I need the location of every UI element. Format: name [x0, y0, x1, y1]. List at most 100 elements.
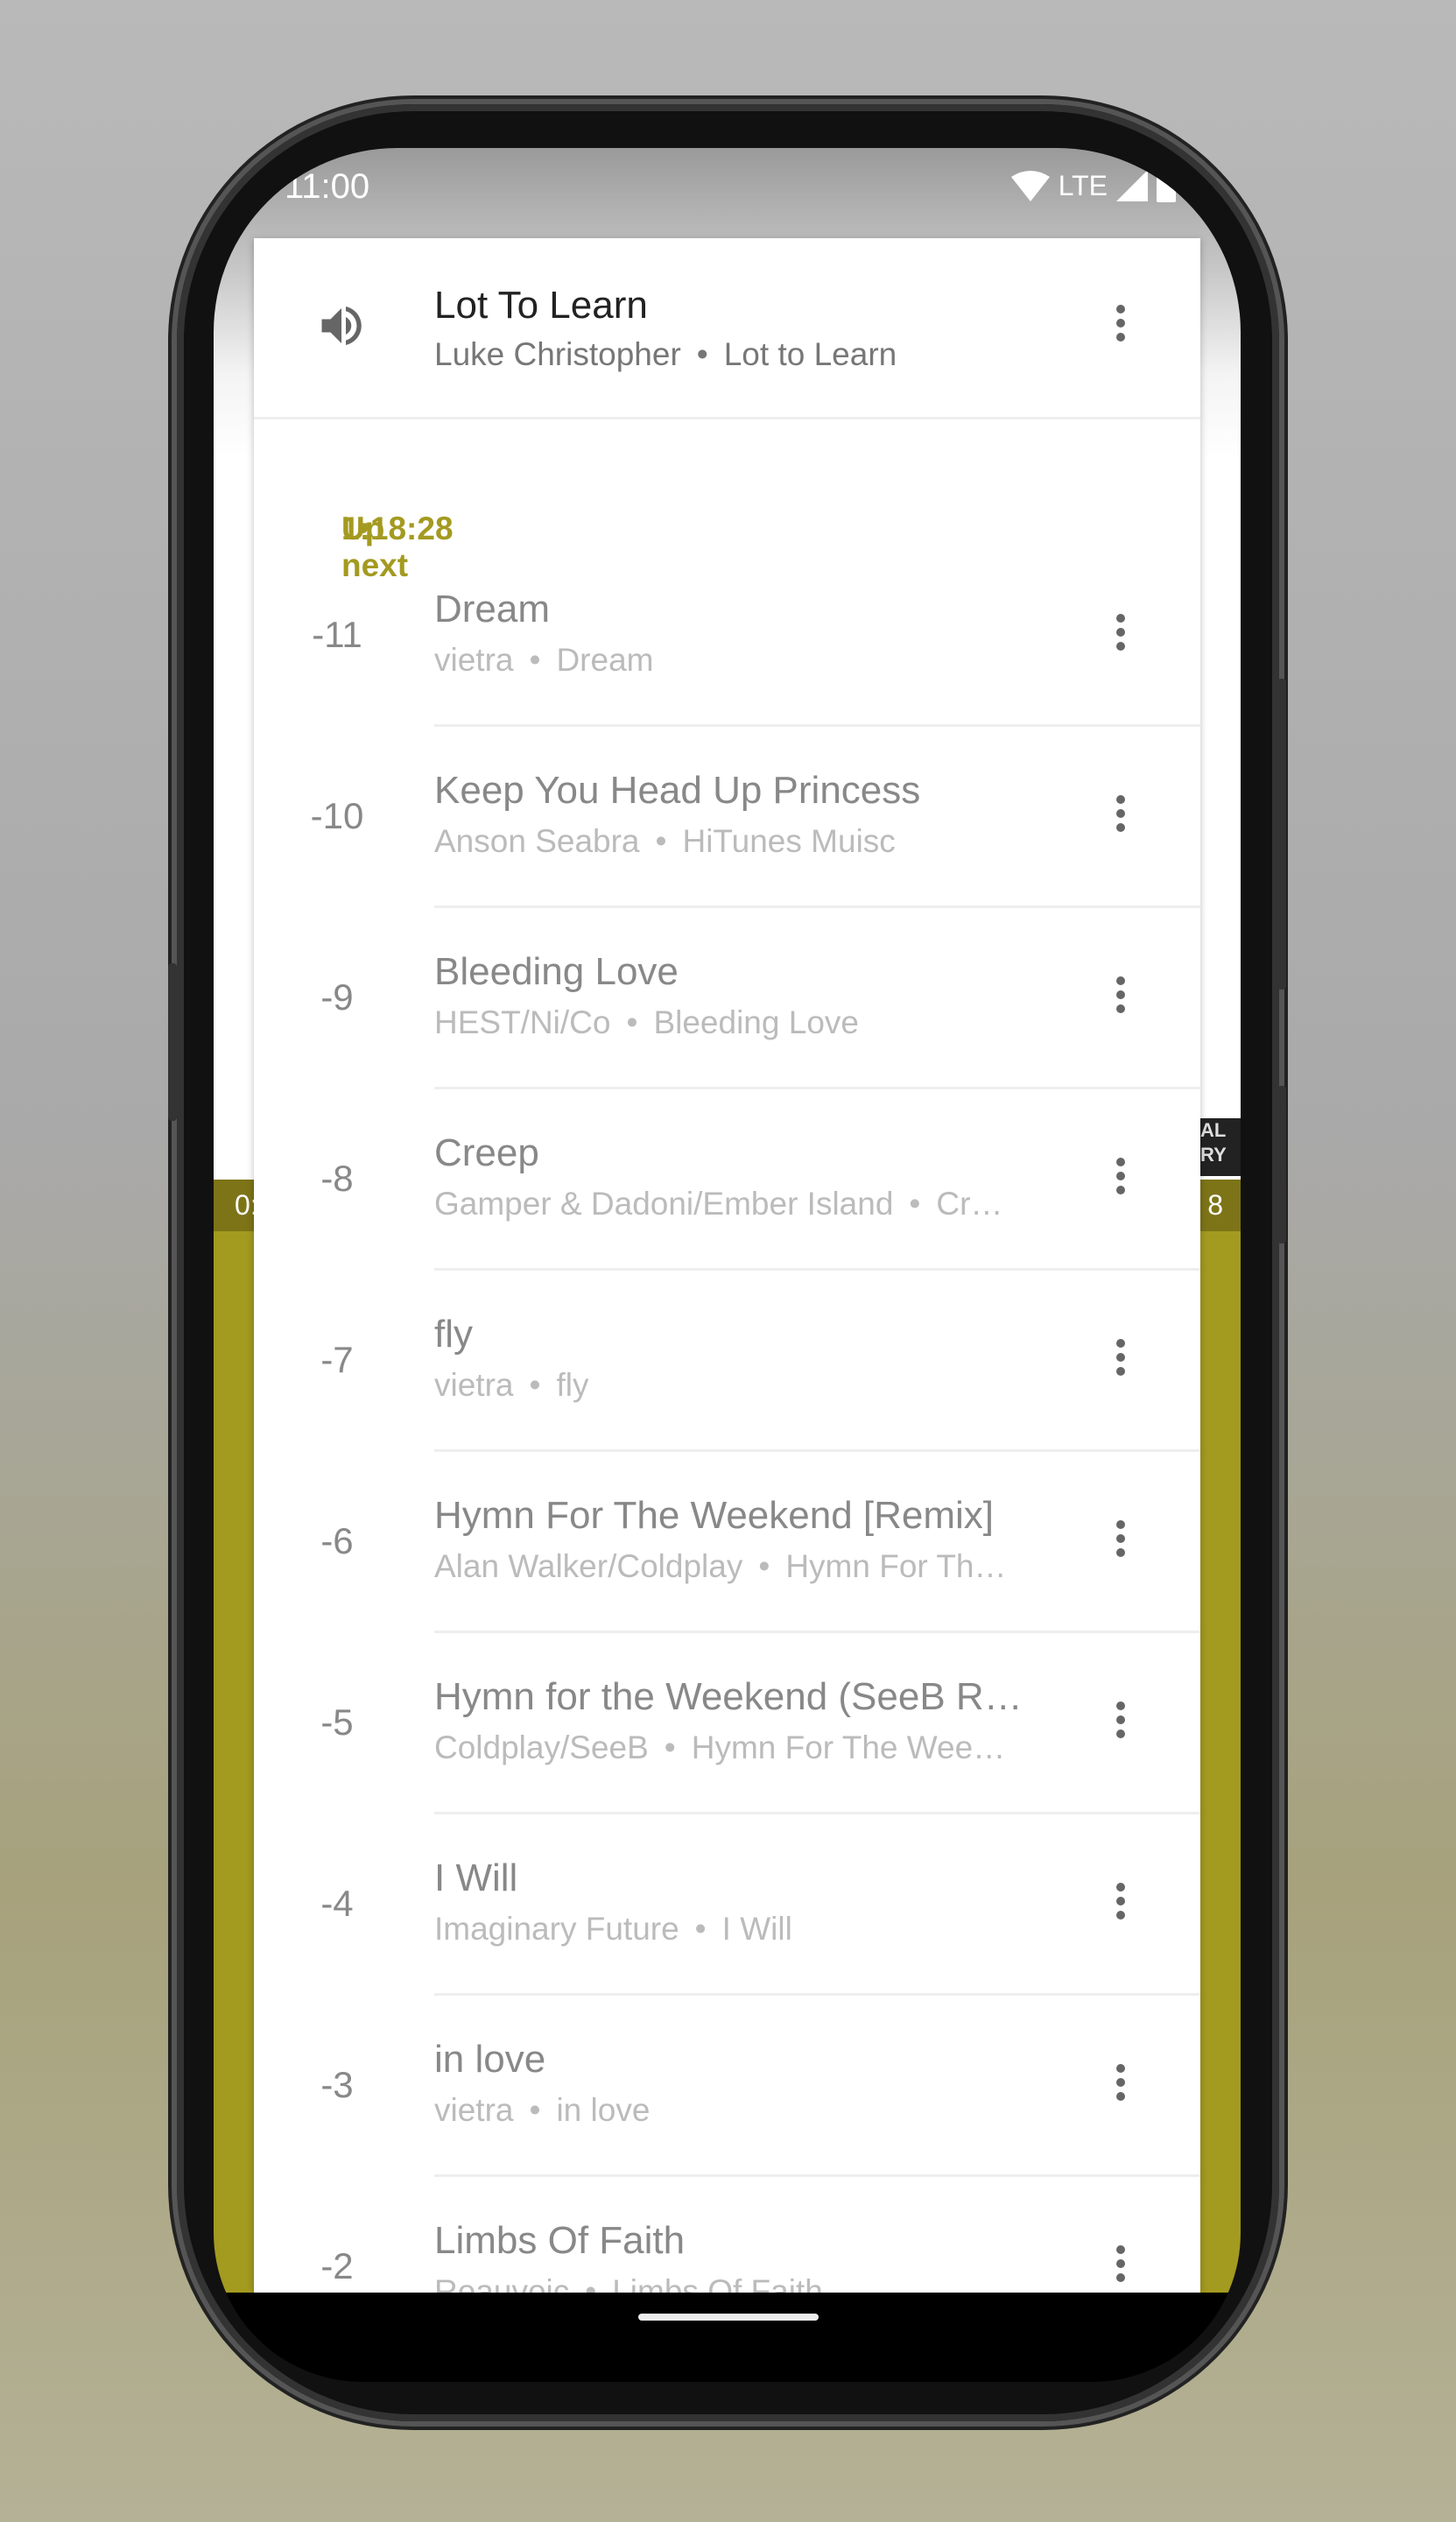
- queue-item[interactable]: -4 I Will Imaginary Future • I Will: [254, 1814, 1200, 1996]
- track-title: fly: [434, 1313, 473, 1356]
- wifi-icon: [1010, 171, 1050, 201]
- more-options-icon[interactable]: [1116, 614, 1125, 656]
- now-playing-item[interactable]: Lot To Learn Luke Christopher • Lot to Lea…: [254, 238, 1200, 419]
- status-bar: 11:00 LTE: [214, 148, 1241, 227]
- up-next-header: Up next • 1:18:28: [254, 419, 1200, 583]
- queue-item[interactable]: -5 Hymn for the Weekend (SeeB Re… Coldpl…: [254, 1633, 1200, 1814]
- queue-item[interactable]: -10 Keep You Head Up Princess Anson Seab…: [254, 727, 1200, 908]
- separator: •: [529, 2092, 541, 2128]
- track-title: in love: [434, 2038, 546, 2081]
- more-options-icon[interactable]: [1116, 2064, 1125, 2106]
- track-title: Creep: [434, 1131, 539, 1174]
- separator: •: [529, 642, 541, 678]
- screen: AL RY 0: 8 11:00 LTE Lot To Learn Luke Ch…: [214, 148, 1241, 2382]
- track-subtitle: Reauvoic • Limbs Of Faith: [434, 2273, 823, 2293]
- track-artist: Anson Seabra: [434, 823, 640, 859]
- more-options-icon[interactable]: [1116, 1883, 1125, 1925]
- queue-item[interactable]: -7 fly vietra • fly: [254, 1271, 1200, 1452]
- track-subtitle: HEST/Ni/Co • Bleeding Love: [434, 1004, 859, 1041]
- track-album: in love: [556, 2092, 651, 2128]
- queue-index: -11: [312, 614, 362, 655]
- queue-index: -2: [320, 2245, 354, 2286]
- queue-index: -5: [320, 1701, 354, 1743]
- track-album: Cr…: [936, 1186, 1003, 1222]
- track-artist: Alan Walker/Coldplay: [434, 1548, 743, 1584]
- separator: •: [626, 1004, 638, 1040]
- queue-index: -8: [320, 1158, 354, 1199]
- track-title: Limbs Of Faith: [434, 2219, 686, 2262]
- track-album: Bleeding Love: [653, 1004, 859, 1040]
- track-subtitle: vietra • Dream: [434, 642, 653, 679]
- track-subtitle: Coldplay/SeeB • Hymn For The Wee…: [434, 1729, 1005, 1766]
- more-options-icon[interactable]: [1116, 2245, 1125, 2287]
- track-subtitle: Anson Seabra • HiTunes Muisc: [434, 823, 896, 860]
- track-artist: Imaginary Future: [434, 1911, 679, 1947]
- track-artist: vietra: [434, 642, 514, 678]
- queue-item[interactable]: -3 in love vietra • in love: [254, 1996, 1200, 2177]
- track-title: Hymn for the Weekend (SeeB Re…: [434, 1675, 1038, 1718]
- track-title: Hymn For The Weekend [Remix]: [434, 1494, 995, 1537]
- track-artist: Reauvoic: [434, 2273, 570, 2293]
- track-album: Hymn For The Wee…: [691, 1729, 1006, 1765]
- side-button: [168, 963, 177, 1121]
- power-button: [1277, 1086, 1286, 1243]
- track-album: Dream: [556, 642, 654, 678]
- track-title: Bleeding Love: [434, 950, 679, 993]
- queue-item[interactable]: -11 Dream vietra • Dream: [254, 546, 1200, 727]
- queue-list: -11 Dream vietra • Dream -10 Keep You Head…: [254, 546, 1200, 2293]
- track-subtitle: Gamper & Dadoni/Ember Island • Cr…: [434, 1186, 1002, 1222]
- more-options-icon[interactable]: [1116, 305, 1125, 347]
- track-subtitle: Alan Walker/Coldplay • Hymn For Th…: [434, 1548, 1007, 1585]
- queue-item[interactable]: -9 Bleeding Love HEST/Ni/Co • Bleeding Lov…: [254, 908, 1200, 1089]
- queue-item[interactable]: -2 Limbs Of Faith Reauvoic • Limbs Of Fait…: [254, 2177, 1200, 2293]
- navigation-bar: [214, 2293, 1241, 2382]
- separator: •: [529, 1367, 541, 1403]
- separator: •: [664, 1729, 676, 1765]
- more-options-icon[interactable]: [1116, 1339, 1125, 1381]
- queue-index: -6: [320, 1520, 354, 1561]
- track-artist: vietra: [434, 2092, 514, 2128]
- track-subtitle: vietra • in love: [434, 2092, 650, 2129]
- separator: •: [909, 1186, 921, 1222]
- queue-item[interactable]: -8 Creep Gamper & Dadoni/Ember Island • Cr…: [254, 1089, 1200, 1271]
- more-options-icon[interactable]: [1116, 795, 1125, 837]
- home-handle[interactable]: [638, 2314, 819, 2321]
- speaker-icon: [321, 306, 362, 345]
- queue-card: Lot To Learn Luke Christopher • Lot to Lea…: [254, 238, 1200, 2293]
- track-album: I Will: [721, 1911, 792, 1947]
- track-artist: vietra: [434, 1367, 514, 1403]
- track-title: Dream: [434, 588, 551, 630]
- track-album: HiTunes Muisc: [682, 823, 896, 859]
- track-title: I Will: [434, 1856, 518, 1899]
- track-artist: HEST/Ni/Co: [434, 1004, 611, 1040]
- queue-index: -10: [310, 795, 364, 836]
- more-options-icon[interactable]: [1116, 1520, 1125, 1562]
- now-playing-title: Lot To Learn: [434, 284, 648, 327]
- track-artist: Coldplay/SeeB: [434, 1729, 649, 1765]
- now-playing-artist: Luke Christopher: [434, 336, 681, 372]
- up-next-duration: 1:18:28: [341, 511, 454, 546]
- separator: •: [694, 1911, 707, 1947]
- queue-index: -3: [320, 2064, 354, 2105]
- track-album: fly: [556, 1367, 589, 1403]
- network-label: LTE: [1058, 169, 1108, 201]
- now-playing-album: Lot to Learn: [723, 336, 897, 372]
- queue-index: -7: [320, 1339, 354, 1380]
- now-playing-subtitle: Luke Christopher • Lot to Learn: [434, 336, 897, 373]
- battery-icon: [1157, 169, 1176, 202]
- signal-icon: [1116, 170, 1148, 201]
- album-art-thumbnail: AL RY: [1200, 1118, 1241, 1176]
- track-album: Limbs Of Faith: [612, 2273, 823, 2293]
- more-options-icon[interactable]: [1116, 1158, 1125, 1200]
- track-title: Keep You Head Up Princess: [434, 769, 921, 812]
- queue-item[interactable]: -6 Hymn For The Weekend [Remix] Alan Wal…: [254, 1452, 1200, 1633]
- volume-button: [1277, 679, 1286, 990]
- track-subtitle: Imaginary Future • I Will: [434, 1911, 792, 1948]
- separator: •: [696, 336, 708, 372]
- separator: •: [585, 2273, 597, 2293]
- more-options-icon[interactable]: [1116, 1701, 1125, 1744]
- track-artist: Gamper & Dadoni/Ember Island: [434, 1186, 894, 1222]
- more-options-icon[interactable]: [1116, 976, 1125, 1018]
- separator: •: [758, 1548, 770, 1584]
- track-album: Hymn For Th…: [785, 1548, 1007, 1584]
